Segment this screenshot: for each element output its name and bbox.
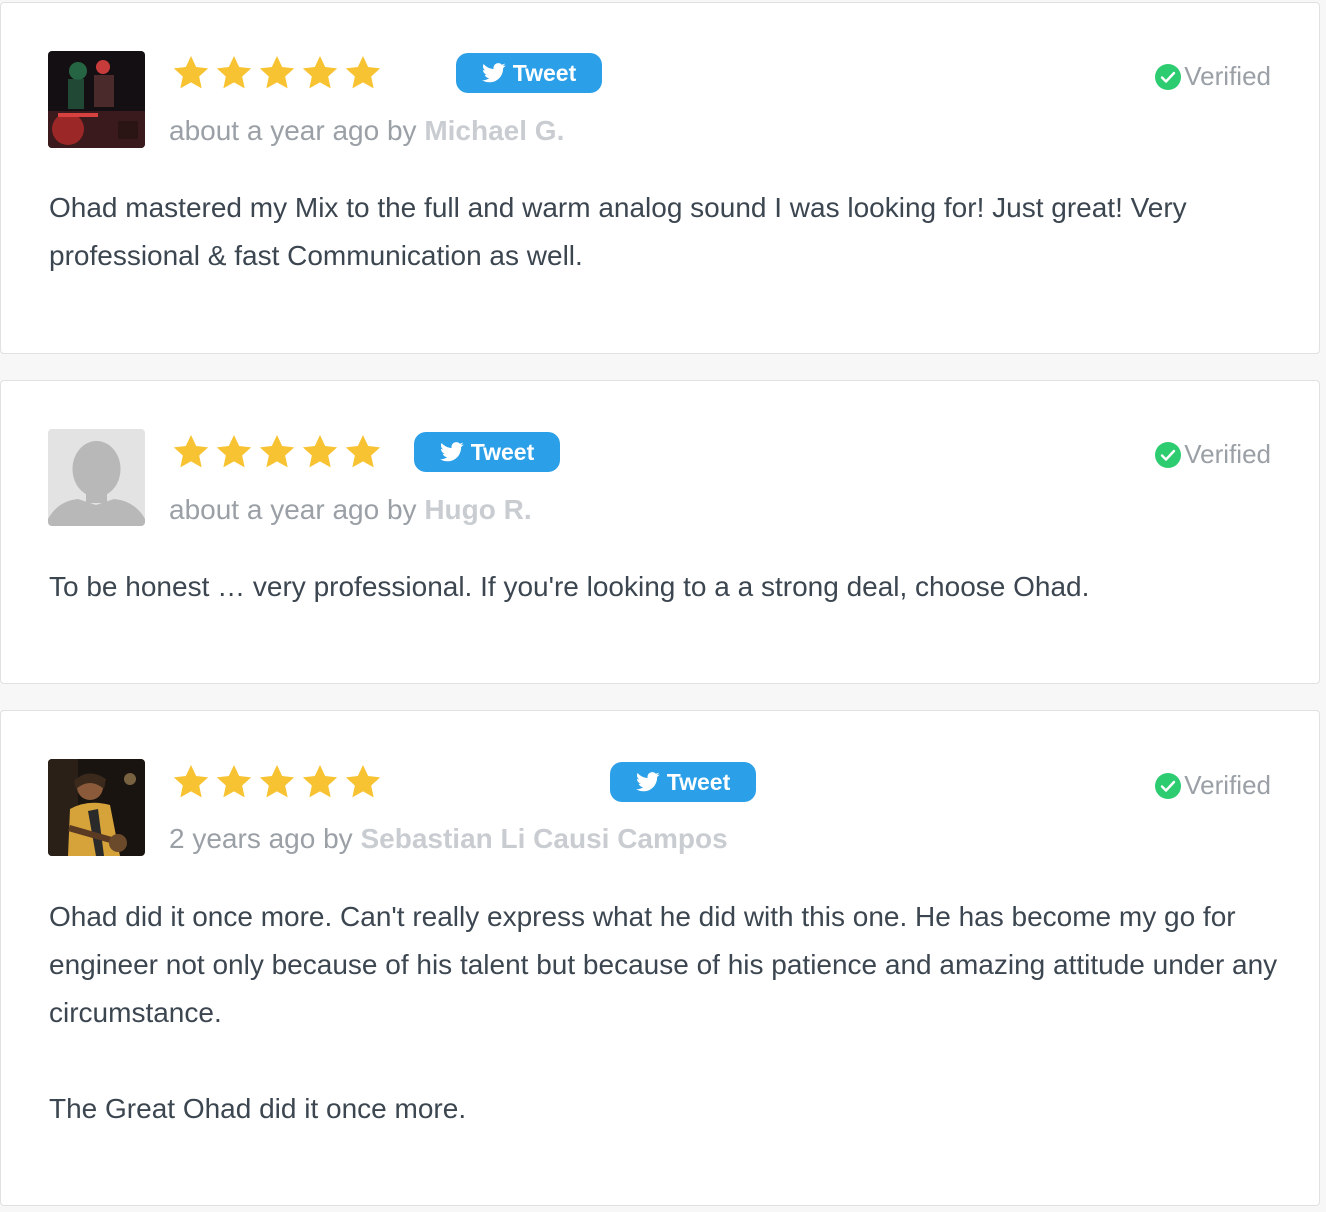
tweet-button-label: Tweet [666,768,731,795]
review-text: Ohad did it once more. Can't really expr… [49,893,1279,1133]
review-paragraph: Ohad mastered my Mix to the full and war… [49,192,1187,271]
star-icon [214,762,254,802]
review-meta: about a year ago by Michael G. [169,115,564,147]
star-icon [257,53,297,93]
star-icon [257,762,297,802]
review-paragraph: To be honest … very professional. If you… [49,571,1090,602]
review-card: Tweet Verified about a year ago by Hugo … [0,380,1320,684]
review-meta: about a year ago by Hugo R. [169,494,532,526]
check-circle-icon [1154,63,1182,91]
tweet-button[interactable]: Tweet [610,762,756,802]
tweet-button[interactable]: Tweet [414,432,560,472]
review-paragraph: The Great Ohad did it once more. [49,1093,467,1124]
star-icon [300,762,340,802]
check-circle-icon [1154,772,1182,800]
reviewer-name[interactable]: Sebastian Li Causi Campos [360,823,727,854]
reviewer-avatar[interactable] [48,429,145,526]
star-rating [171,53,383,93]
star-icon [343,432,383,472]
review-time: about a year ago [169,115,380,146]
star-icon [343,53,383,93]
verified-label: Verified [1184,61,1271,91]
check-circle-icon [1154,441,1182,469]
by-label: by [386,494,417,525]
star-icon [257,432,297,472]
star-icon [300,53,340,93]
verified-label: Verified [1184,439,1271,469]
verified-badge: Verified [1154,439,1271,470]
star-icon [214,53,254,93]
tweet-button[interactable]: Tweet [456,53,602,93]
reviewer-avatar[interactable] [48,51,145,148]
star-icon [171,432,211,472]
by-label: by [386,115,417,146]
reviewer-avatar[interactable] [48,759,145,856]
review-text: To be honest … very professional. If you… [49,563,1279,611]
reviewer-name[interactable]: Michael G. [424,115,564,146]
review-time: about a year ago [169,494,380,525]
tweet-button-label: Tweet [512,59,577,86]
review-time: 2 years ago [169,823,316,854]
star-rating [171,762,383,802]
verified-label: Verified [1184,770,1271,800]
star-rating [171,432,383,472]
star-icon [171,53,211,93]
star-icon [214,432,254,472]
by-label: by [323,823,353,854]
twitter-bird-icon [481,62,506,84]
review-card: Tweet Verified 2 years ago by Sebastian … [0,710,1320,1206]
review-meta: 2 years ago by Sebastian Li Causi Campos [169,823,728,855]
star-icon [171,762,211,802]
tweet-button-label: Tweet [470,438,535,465]
default-user-avatar-icon [48,429,145,526]
twitter-bird-icon [439,441,464,463]
star-icon [343,762,383,802]
verified-badge: Verified [1154,770,1271,801]
reviewer-name[interactable]: Hugo R. [424,494,531,525]
star-icon [300,432,340,472]
verified-badge: Verified [1154,61,1271,92]
review-paragraph: Ohad did it once more. Can't really expr… [49,901,1278,1028]
review-text: Ohad mastered my Mix to the full and war… [49,184,1279,280]
twitter-bird-icon [635,771,660,793]
review-card: Tweet Verified about a year ago by Micha… [0,2,1320,354]
